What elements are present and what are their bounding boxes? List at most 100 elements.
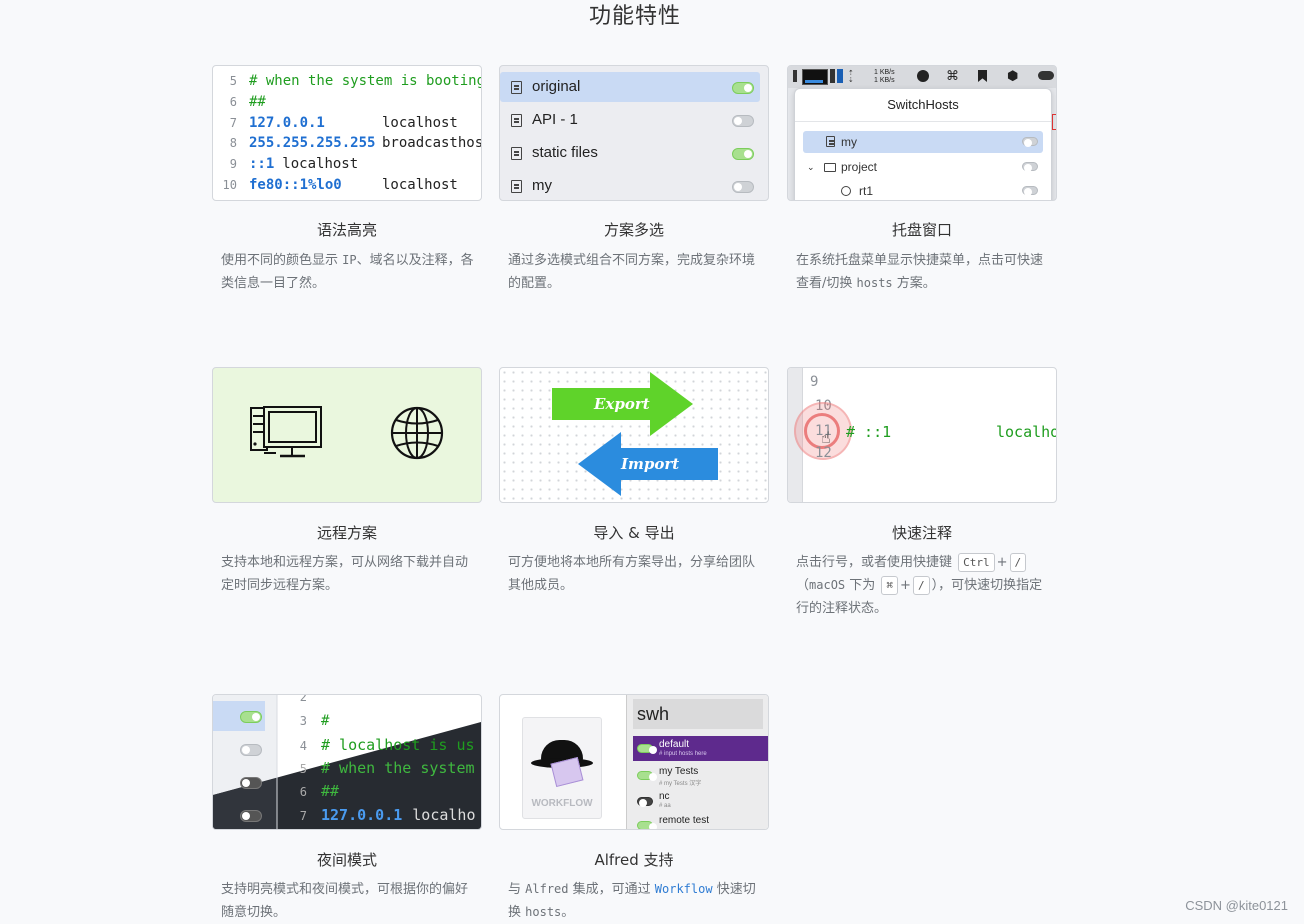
syntax-preview: 5 # when the system is booting 6 ## 7 127.0… <box>212 65 482 201</box>
document-icon <box>511 81 522 94</box>
feature-title: 快速注释 <box>891 524 952 542</box>
feature-description: 支持本地和远程方案，可从网络下载并自动定时同步远程方案。 <box>221 555 469 593</box>
toggle-switch <box>637 744 657 754</box>
feature-title: 方案多选 <box>603 221 664 239</box>
code-line: 7 127.0.0.1 localhost <box>229 115 458 131</box>
cloud-icon <box>1038 71 1054 80</box>
list-item: my <box>500 171 760 200</box>
page-title: 功能特性 <box>588 4 681 29</box>
workflow-icon: WORKFLOW <box>522 717 602 819</box>
feature-title: 语法高亮 <box>316 221 377 239</box>
document-icon <box>511 114 522 127</box>
kbd-ctrl: Ctrl <box>958 553 995 572</box>
code-line: 2 <box>299 694 307 704</box>
feature-title: 远程方案 <box>316 524 377 542</box>
globe-icon <box>390 406 444 460</box>
tray-preview: ⇡ ⇣ 1 KB/s 1 KB/s ⌘ ⬢ SwitchHosts my ⌄ pro… <box>787 65 1057 201</box>
workflow-label: WORKFLOW <box>531 798 593 809</box>
feature-description: 使用不同的颜色显示 IP、域名以及注释，各类信息一目了然。 <box>221 253 474 291</box>
toggle-switch <box>1022 162 1038 172</box>
code-line: 6 ## <box>299 782 340 800</box>
toggle-switch <box>240 810 262 822</box>
dark-mode-preview: 2 3 # 4 # localhost is us 5 # when the syst… <box>212 694 482 830</box>
toggle-switch <box>240 744 262 756</box>
code-line: 8 255.255.255.255 broadcasthost <box>229 135 482 151</box>
watermark: CSDN @kite0121 <box>1185 898 1288 913</box>
feature-description: 点击行号，或者使用快捷键 Ctrl + / （macOS 下为 ⌘ + / ），可快速切换指… <box>796 553 1043 616</box>
code-line: 10 fe80::1%lo0 localhost <box>222 177 458 193</box>
folder-icon <box>824 163 836 172</box>
feature-title: Alfred 支持 <box>594 851 674 869</box>
feature-title: 导入 & 导出 <box>593 524 675 542</box>
compass-icon <box>917 70 929 82</box>
tray-list-item: rt1 <box>803 180 1043 200</box>
alfred-query: swh <box>633 699 763 729</box>
kbd-slash: / <box>1009 553 1027 572</box>
list-item: original <box>500 72 760 102</box>
list-item: API - 1 <box>500 105 760 135</box>
code-line: 3 # <box>299 713 330 729</box>
computer-icon <box>250 406 322 458</box>
code-line: 5 # when the system is booting <box>229 73 482 89</box>
bookmark-icon <box>978 70 987 82</box>
toggle-switch <box>240 777 262 789</box>
toggle-switch <box>240 711 262 723</box>
kbd-cmd: ⌘ <box>881 576 899 595</box>
code-line: 4 # localhost is us <box>299 736 475 754</box>
feature-description: 通过多选模式组合不同方案，完成复杂环境的配置。 <box>508 253 756 291</box>
alfred-result: remote test <box>633 815 768 829</box>
cpu-meter-icon <box>793 70 797 82</box>
code-line: 9::1 localhost <box>229 156 359 172</box>
hand-pointer-icon[interactable]: ☝ <box>821 428 831 447</box>
alfred-result: my Tests # my Tests 汉字 <box>633 763 768 788</box>
tray-window: SwitchHosts my ⌄ project rt1 <box>794 88 1052 200</box>
remote-preview <box>212 367 482 503</box>
feature-description: 与 Alfred 集成，可通过 Workflow 快速切换 hosts。 <box>508 882 756 920</box>
toggle-switch <box>637 771 657 781</box>
line-number: 9 <box>810 374 819 390</box>
globe-icon <box>841 186 851 196</box>
feature-description: 在系统托盘菜单显示快捷菜单，点击可快速查看/切换 hosts 方案。 <box>796 253 1044 291</box>
window-title: SwitchHosts <box>887 97 959 112</box>
line-number: 12 <box>815 445 832 461</box>
code-line: 6 ## <box>229 94 266 110</box>
export-label: Export <box>594 395 650 413</box>
alfred-preview: WORKFLOW swh default # input hosts here … <box>499 694 769 830</box>
document-icon <box>511 180 522 193</box>
toggle-switch <box>637 821 657 829</box>
alfred-result: default # input hosts here <box>633 736 768 761</box>
document-icon <box>826 136 835 147</box>
kbd-slash: / <box>912 576 930 595</box>
import-export-preview: Export Import <box>499 367 769 503</box>
feature-description: 可方便地将本地所有方案导出，分享给团队其他成员。 <box>508 555 756 593</box>
toggle-switch <box>732 181 754 193</box>
code-line: 5 # when the system <box>299 759 475 777</box>
code-line: 7 127.0.0.1 localho <box>299 806 476 824</box>
toggle-switch <box>1022 137 1038 147</box>
cpu-graph <box>802 69 828 85</box>
commented-code: # ::1 <box>846 423 892 441</box>
menu-bar: ⇡ ⇣ 1 KB/s 1 KB/s ⌘ ⬢ <box>788 66 1056 88</box>
toggle-switch <box>732 115 754 127</box>
toggle-switch <box>732 82 754 94</box>
feature-title: 托盘窗口 <box>891 221 952 239</box>
alfred-window: swh default # input hosts here my Tests … <box>626 695 768 829</box>
command-icon: ⌘ <box>946 69 959 84</box>
feature-title: 夜间模式 <box>316 851 377 869</box>
document-icon <box>511 147 522 160</box>
commented-host: localho <box>996 423 1057 441</box>
toggle-switch <box>637 797 653 807</box>
tray-list-item: ⌄ project <box>803 156 1043 178</box>
list-item: static files <box>500 138 760 168</box>
toggle-switch <box>1022 186 1038 196</box>
workflow-link[interactable]: Workflow <box>655 882 713 896</box>
feature-description: 支持明亮模式和夜间模式，可根据你的偏好随意切换。 <box>221 882 469 920</box>
multi-select-preview: original API - 1 static files my <box>499 65 769 201</box>
quick-comment-preview: 9 10 11 12 ☝ # ::1 localho <box>787 367 1057 503</box>
import-label: Import <box>621 455 680 473</box>
toggle-switch <box>732 148 754 160</box>
cube-icon: ⬢ <box>1007 69 1019 84</box>
tray-list-item: my <box>803 131 1043 153</box>
chevron-down-icon: ⌄ <box>807 162 815 172</box>
alfred-result: nc # aa <box>633 789 768 814</box>
